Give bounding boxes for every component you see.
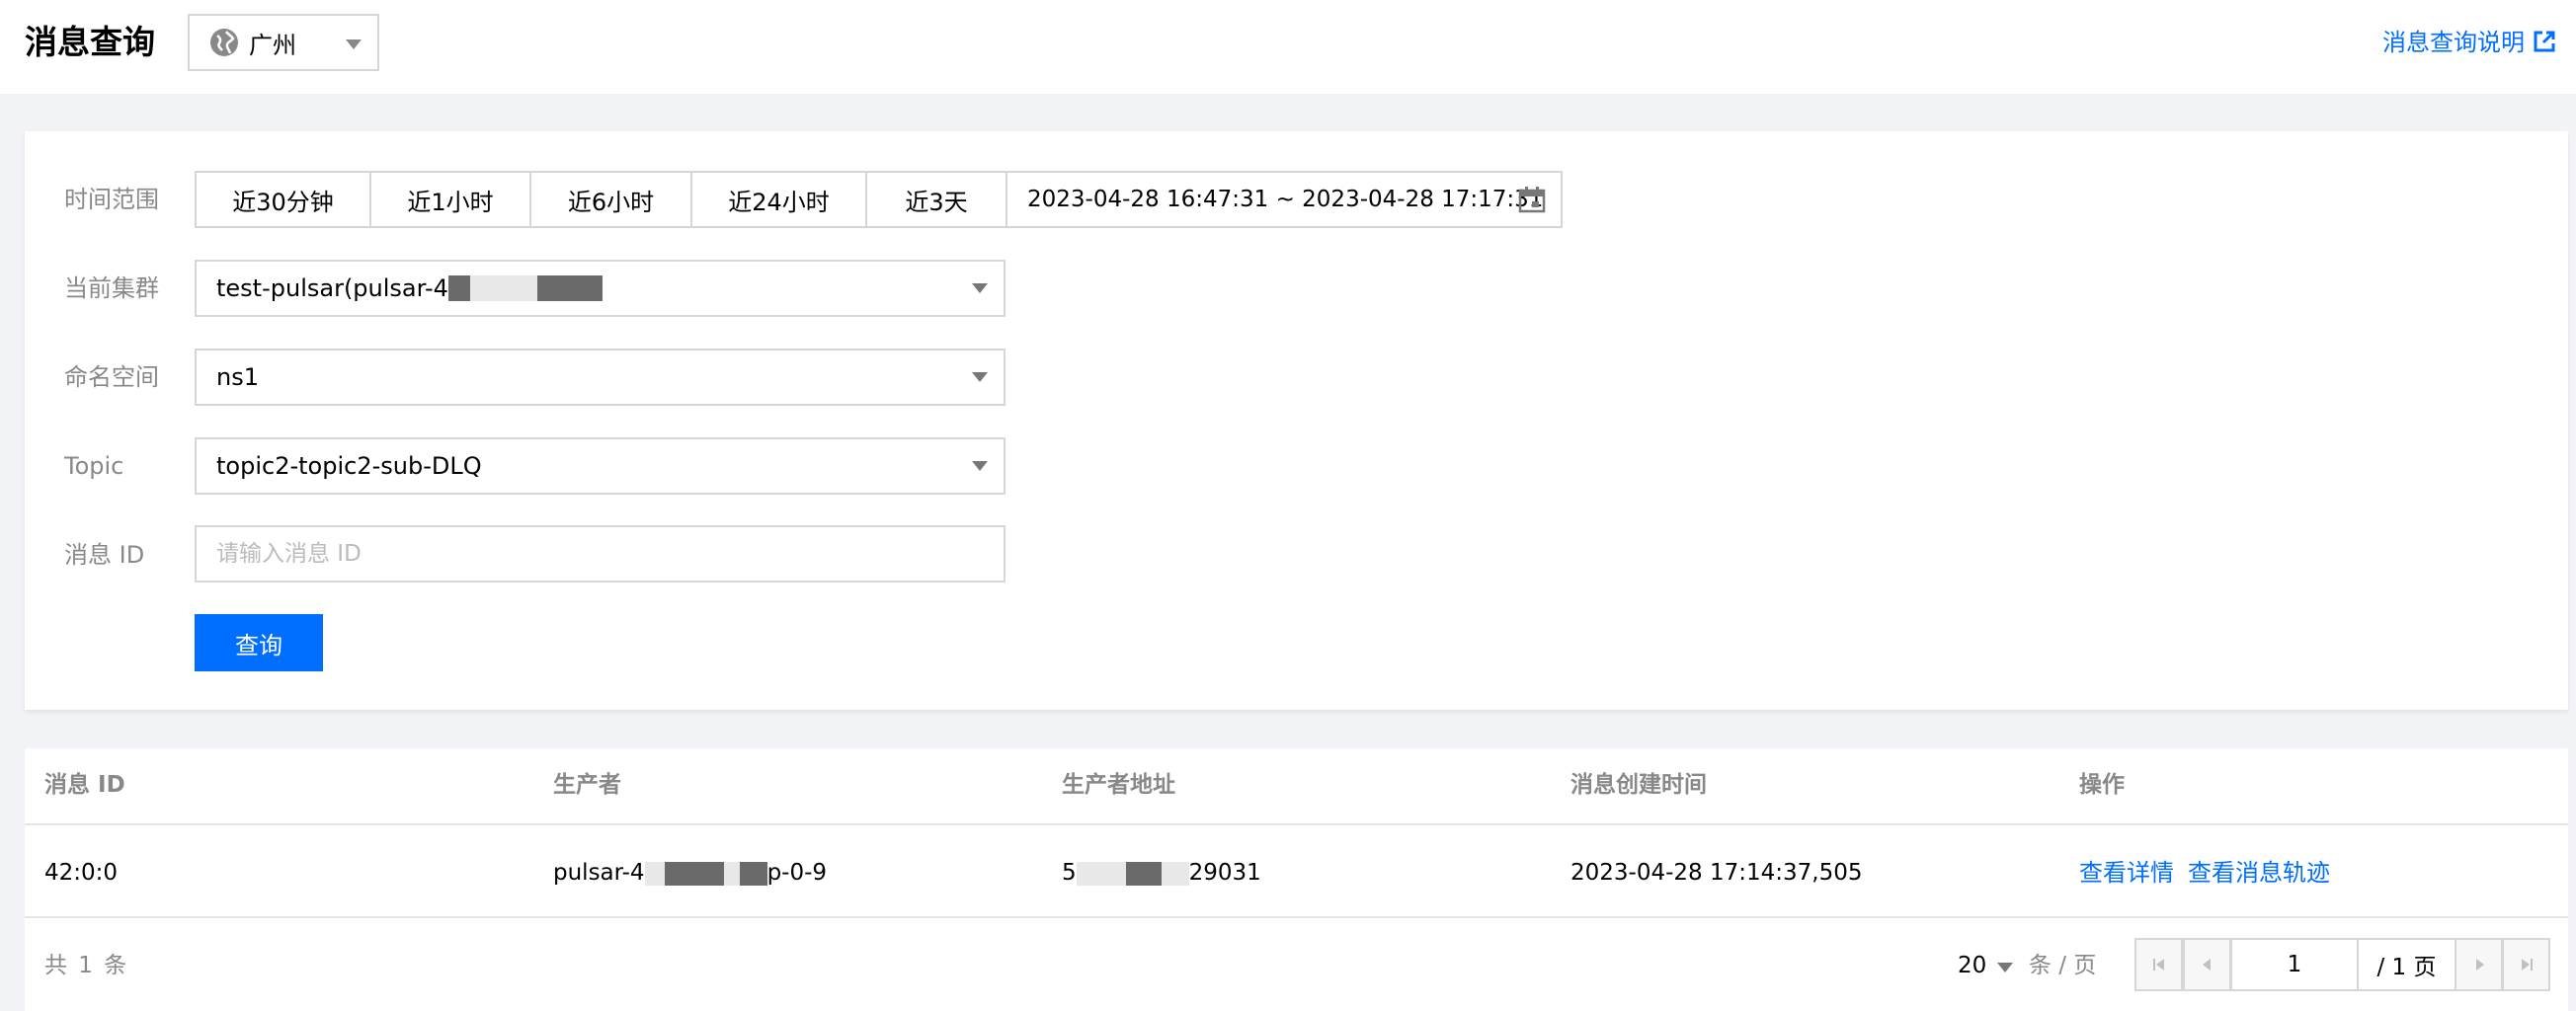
time-preset-3d[interactable]: 近3天 — [867, 173, 1007, 226]
time-preset-6h[interactable]: 近6小时 — [531, 173, 692, 226]
chevron-down-icon — [346, 39, 362, 49]
namespace-value: ns1 — [216, 363, 259, 391]
topic-label: Topic — [64, 452, 124, 480]
table-row-divider — [25, 916, 2568, 918]
total-pages: / 1 页 — [2359, 938, 2455, 991]
view-details-link[interactable]: 查看详情 — [2079, 856, 2174, 890]
calendar-icon — [1518, 187, 1546, 213]
cell-producer-address: 5 29031 — [1062, 856, 1261, 890]
globe-icon — [210, 29, 238, 56]
column-header-producer-address: 生产者地址 — [1062, 772, 1175, 798]
redaction-mask — [447, 275, 470, 301]
per-page-label: 条 / 页 — [2029, 953, 2097, 978]
redaction-mask — [723, 861, 740, 886]
column-header-producer: 生产者 — [553, 772, 621, 798]
time-preset-30min[interactable]: 近30分钟 — [197, 173, 371, 226]
chevron-left-icon — [2202, 959, 2211, 971]
page-title: 消息查询 — [25, 23, 155, 61]
message-id-input[interactable] — [195, 525, 1006, 583]
cluster-select[interactable]: test-pulsar(pulsar-4 — [195, 260, 1006, 317]
region-select[interactable]: 广州 — [188, 14, 379, 71]
cell-created-at: 2023-04-28 17:14:37,505 — [1570, 860, 1863, 886]
chevron-down-icon — [972, 283, 988, 293]
query-button[interactable]: 查询 — [195, 614, 323, 671]
column-header-created-at: 消息创建时间 — [1570, 772, 1707, 798]
redaction-mask — [644, 861, 665, 886]
column-header-message-id: 消息 ID — [44, 772, 125, 798]
address-suffix: 29031 — [1188, 860, 1261, 886]
help-link[interactable]: 消息查询说明 — [2382, 26, 2525, 59]
external-link-icon[interactable] — [2533, 30, 2556, 53]
namespace-label: 命名空间 — [64, 363, 159, 391]
message-id-label: 消息 ID — [64, 541, 145, 569]
cluster-label: 当前集群 — [64, 274, 159, 302]
chevron-down-icon — [972, 461, 988, 471]
last-page-button[interactable] — [2502, 938, 2550, 991]
page-number-input[interactable] — [2230, 938, 2359, 991]
namespace-select[interactable]: ns1 — [195, 349, 1006, 406]
producer-suffix: p-0-9 — [766, 860, 828, 886]
cluster-value: test-pulsar(pulsar-4 — [216, 274, 448, 302]
topic-select[interactable]: topic2-topic2-sub-DLQ — [195, 437, 1006, 495]
redaction-mask — [1161, 861, 1189, 886]
time-preset-24h[interactable]: 近24小时 — [692, 173, 867, 226]
chevron-right-icon — [2475, 959, 2484, 971]
first-page-button[interactable] — [2134, 938, 2183, 991]
chevron-down-icon — [972, 372, 988, 382]
top-header — [0, 0, 2576, 94]
producer-prefix: pulsar-4 — [553, 860, 645, 886]
redaction-mask — [739, 861, 767, 886]
redaction-mask — [469, 275, 537, 301]
cell-producer: pulsar-4 p-0-9 — [553, 856, 827, 890]
chevron-down-icon[interactable] — [1997, 963, 2013, 972]
redaction-mask — [664, 861, 724, 886]
region-label: 广州 — [249, 31, 296, 59]
time-preset-1h[interactable]: 近1小时 — [371, 173, 531, 226]
redaction-mask — [536, 275, 603, 301]
time-range-picker[interactable]: 2023-04-28 16:47:31 ~ 2023-04-28 17:17:3… — [1007, 173, 1561, 226]
redaction-mask — [1125, 861, 1162, 886]
time-range-value: 2023-04-28 16:47:31 ~ 2023-04-28 17:17:3… — [1027, 187, 1544, 212]
table-header-divider — [25, 823, 2568, 825]
next-page-button[interactable] — [2455, 938, 2503, 991]
last-page-icon — [2521, 959, 2533, 971]
topic-value: topic2-topic2-sub-DLQ — [216, 452, 482, 480]
time-range-group: 近30分钟 近1小时 近6小时 近24小时 近3天 2023-04-28 16:… — [195, 171, 1563, 228]
address-prefix: 5 — [1062, 860, 1077, 886]
cell-message-id: 42:0:0 — [44, 860, 119, 886]
column-header-actions: 操作 — [2079, 772, 2125, 798]
first-page-icon — [2152, 959, 2164, 971]
view-trace-link[interactable]: 查看消息轨迹 — [2188, 856, 2330, 890]
page-size-select[interactable]: 20 — [1958, 949, 1986, 982]
prev-page-button[interactable] — [2183, 938, 2231, 991]
time-range-label: 时间范围 — [64, 186, 159, 213]
redaction-mask — [1076, 861, 1126, 886]
total-count: 共 1 条 — [44, 953, 129, 978]
